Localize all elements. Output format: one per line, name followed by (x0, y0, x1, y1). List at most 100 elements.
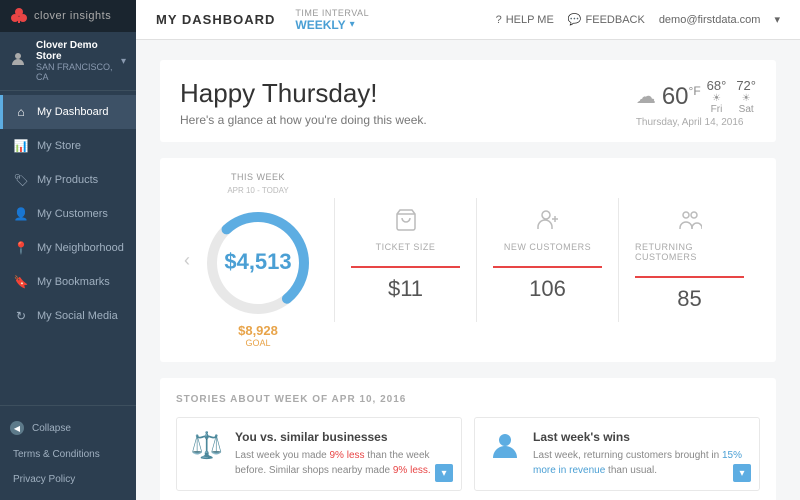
weather-sat-icon: ☀ (736, 93, 756, 104)
weather-main: ☁ 60°F 68° ☀ Fri 72° ☀ (636, 78, 756, 115)
highlight-similar: 9% less. (393, 465, 431, 476)
weather-day-sat: 72° ☀ Sat (736, 78, 756, 115)
user-email: demo@firstdata.com (659, 14, 761, 26)
sidebar-item-customers[interactable]: 👤 My Customers (0, 197, 136, 231)
stats-row: ‹ THIS WEEK APR 10 - TODAY $4,513 $8,928… (160, 158, 776, 362)
returning-icon (678, 208, 702, 238)
nav-bookmarks-label: My Bookmarks (37, 276, 110, 288)
highlight-less: 9% less (330, 450, 365, 461)
clover-icon (10, 7, 28, 25)
neighborhood-icon: 📍 (13, 240, 29, 256)
nav-dashboard-label: My Dashboard (37, 106, 109, 118)
header-right: ? HELP ME 💬 FEEDBACK demo@firstdata.com … (496, 13, 780, 26)
story-vs-text: Last week you made 9% less than the week… (235, 448, 449, 478)
returning-value: 85 (677, 286, 701, 312)
time-interval-control: TIME INTERVAL WEEKLY ▾ (295, 8, 369, 32)
weather-temp: 60°F (662, 83, 701, 111)
help-label: HELP ME (506, 14, 554, 26)
store-icon: 📊 (13, 138, 29, 154)
weather-forecast: 68° ☀ Fri 72° ☀ Sat (707, 78, 756, 115)
interval-label: TIME INTERVAL (295, 8, 369, 18)
stat-card-top-returning: RETURNING CUSTOMERS (635, 208, 744, 278)
nav-social-label: My Social Media (37, 310, 118, 322)
nav-neighborhood-label: My Neighborhood (37, 242, 124, 254)
nav-products-label: My Products (37, 174, 98, 186)
wins-person-icon (487, 430, 523, 469)
home-icon: ⌂ (13, 104, 29, 120)
user-info: Clover Demo Store SAN FRANCISCO, CA (36, 40, 121, 82)
welcome-section: Happy Thursday! Here's a glance at how y… (160, 60, 776, 142)
nav-store-label: My Store (37, 140, 81, 152)
sidebar-user[interactable]: Clover Demo Store SAN FRANCISCO, CA ▾ (0, 32, 136, 91)
new-customers-label: NEW CUSTOMERS (504, 242, 591, 252)
user-location: SAN FRANCISCO, CA (36, 62, 121, 82)
story-wins-content: Last week's wins Last week, returning cu… (533, 430, 747, 478)
page-title: MY DASHBOARD (156, 12, 275, 27)
chevron-down-icon: ▾ (121, 56, 126, 67)
main-content: MY DASHBOARD TIME INTERVAL WEEKLY ▾ ? HE… (136, 0, 800, 500)
header: MY DASHBOARD TIME INTERVAL WEEKLY ▾ ? HE… (136, 0, 800, 40)
help-button[interactable]: ? HELP ME (496, 14, 554, 26)
returning-label: RETURNING CUSTOMERS (635, 242, 744, 262)
terms-link[interactable]: Terms & Conditions (0, 442, 136, 467)
sidebar-item-store[interactable]: 📊 My Store (0, 129, 136, 163)
feedback-button[interactable]: 💬 FEEDBACK (568, 13, 645, 26)
content-area: Happy Thursday! Here's a glance at how y… (136, 40, 800, 500)
donut-week-label: THIS WEEK (231, 172, 285, 182)
social-icon: ↻ (13, 308, 29, 324)
interval-chevron-icon: ▾ (350, 19, 355, 30)
collapse-label: Collapse (32, 423, 71, 434)
sidebar-item-products[interactable]: 🏷 My Products (0, 163, 136, 197)
sidebar-logo: clover insights (0, 0, 136, 32)
logo-text: clover insights (34, 10, 111, 22)
donut-date-range: APR 10 - TODAY (227, 186, 288, 195)
scale-icon: ⚖️ (189, 430, 225, 461)
expand-button-wins[interactable]: ▾ (733, 464, 751, 482)
collapse-button[interactable]: ◀ Collapse (0, 414, 136, 442)
welcome-text: Happy Thursday! Here's a glance at how y… (180, 78, 427, 127)
stat-card-ticket: TICKET SIZE $11 (334, 198, 476, 322)
tag-icon: 🏷 (13, 172, 29, 188)
story-vs-title: You vs. similar businesses (235, 430, 449, 444)
header-left: MY DASHBOARD TIME INTERVAL WEEKLY ▾ (156, 8, 369, 32)
story-card-vs-businesses: ⚖️ You vs. similar businesses Last week … (176, 417, 462, 491)
ticket-label: TICKET SIZE (376, 242, 436, 252)
weather-icon: ☁ (636, 84, 656, 109)
collapse-icon: ◀ (10, 421, 24, 435)
cart-icon (394, 208, 418, 238)
story-card-wins: Last week's wins Last week, returning cu… (474, 417, 760, 491)
customers-icon: 👤 (13, 206, 29, 222)
help-icon: ? (496, 14, 502, 26)
weather-fri-icon: ☀ (707, 93, 727, 104)
bookmark-icon: 🔖 (13, 274, 29, 290)
privacy-link[interactable]: Privacy Policy (0, 467, 136, 492)
stat-card-new-customers: NEW CUSTOMERS 106 (476, 198, 618, 322)
stories-section: STORIES ABOUT WEEK OF APR 10, 2016 ⚖️ Yo… (160, 378, 776, 500)
privacy-label: Privacy Policy (13, 474, 75, 485)
expand-button-vs[interactable]: ▾ (435, 464, 453, 482)
stat-card-returning: RETURNING CUSTOMERS 85 (618, 198, 760, 322)
new-customer-icon (536, 208, 560, 238)
highlight-revenue: 15% more in revenue (533, 450, 742, 476)
stories-title: STORIES ABOUT WEEK OF APR 10, 2016 (176, 394, 760, 405)
sidebar-item-dashboard[interactable]: ⌂ My Dashboard (0, 95, 136, 129)
greeting: Happy Thursday! (180, 78, 427, 109)
feedback-label: FEEDBACK (586, 14, 645, 26)
stat-cards: TICKET SIZE $11 (334, 198, 760, 322)
sidebar-item-bookmarks[interactable]: 🔖 My Bookmarks (0, 265, 136, 299)
user-icon (10, 51, 30, 71)
user-dropdown-icon[interactable]: ▾ (774, 13, 780, 26)
interval-value-row[interactable]: WEEKLY ▾ (295, 18, 369, 32)
story-wins-text: Last week, returning customers brought i… (533, 448, 747, 478)
interval-text: WEEKLY (295, 18, 345, 32)
nav-customers-label: My Customers (37, 208, 108, 220)
user-name: Clover Demo Store (36, 40, 121, 62)
sidebar-item-neighborhood[interactable]: 📍 My Neighborhood (0, 231, 136, 265)
story-wins-title: Last week's wins (533, 430, 747, 444)
prev-arrow[interactable]: ‹ (176, 250, 198, 271)
sidebar-nav: ⌂ My Dashboard 📊 My Store 🏷 My Products … (0, 91, 136, 405)
sidebar-item-social[interactable]: ↻ My Social Media (0, 299, 136, 333)
ticket-value: $11 (388, 276, 423, 302)
sidebar: clover insights Clover Demo Store SAN FR… (0, 0, 136, 500)
story-vs-content: You vs. similar businesses Last week you… (235, 430, 449, 478)
